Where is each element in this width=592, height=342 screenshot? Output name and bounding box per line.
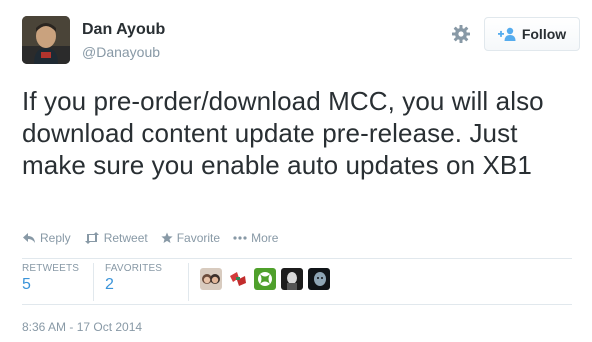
more-label: More <box>251 231 279 245</box>
retweet-label: Retweet <box>103 231 148 245</box>
favoriter-avatar[interactable] <box>227 268 249 290</box>
avatar-image <box>22 16 70 64</box>
favorite-label: Favorite <box>176 231 221 245</box>
favoriter-avatar[interactable] <box>308 268 330 290</box>
add-user-icon <box>497 27 516 41</box>
favoriters-list <box>200 268 330 290</box>
stat-separator <box>93 263 94 301</box>
retweet-action[interactable]: Retweet <box>84 231 148 245</box>
avatar[interactable] <box>22 16 70 64</box>
stat-separator <box>188 263 189 301</box>
favorites-label: FAVORITES <box>105 263 163 274</box>
divider <box>22 258 572 259</box>
retweets-count: 5 <box>22 276 31 293</box>
retweets-stat[interactable]: RETWEETS 5 <box>22 263 79 294</box>
star-icon <box>161 232 173 244</box>
user-display-name[interactable]: Dan Ayoub <box>82 21 165 39</box>
favorites-count: 2 <box>105 276 114 293</box>
follow-button[interactable]: Follow <box>484 17 580 51</box>
favoriter-avatar[interactable] <box>200 268 222 290</box>
favorite-action[interactable]: Favorite <box>161 231 220 245</box>
divider <box>22 304 572 305</box>
retweets-label: RETWEETS <box>22 263 80 274</box>
more-dots-icon <box>233 236 247 240</box>
favoriter-avatar[interactable] <box>281 268 303 290</box>
tweet-text: If you pre-order/download MCC, you will … <box>22 86 544 180</box>
reply-label: Reply <box>40 231 71 245</box>
more-action[interactable]: More <box>233 231 278 245</box>
tweet-timestamp[interactable]: 8:36 AM - 17 Oct 2014 <box>22 320 142 334</box>
retweet-icon <box>84 232 100 244</box>
user-handle[interactable]: @Danayoub <box>82 44 160 60</box>
favorites-stat[interactable]: FAVORITES 2 <box>105 263 162 294</box>
reply-icon <box>22 232 36 244</box>
tweet-card: Dan Ayoub @Danayoub Follow If you pre-or… <box>0 0 592 342</box>
tweet-actions: Reply Retweet Favorite More <box>22 231 291 245</box>
favoriter-avatar[interactable] <box>254 268 276 290</box>
gear-icon[interactable] <box>451 24 471 44</box>
reply-action[interactable]: Reply <box>22 231 71 245</box>
follow-button-label: Follow <box>521 26 567 42</box>
